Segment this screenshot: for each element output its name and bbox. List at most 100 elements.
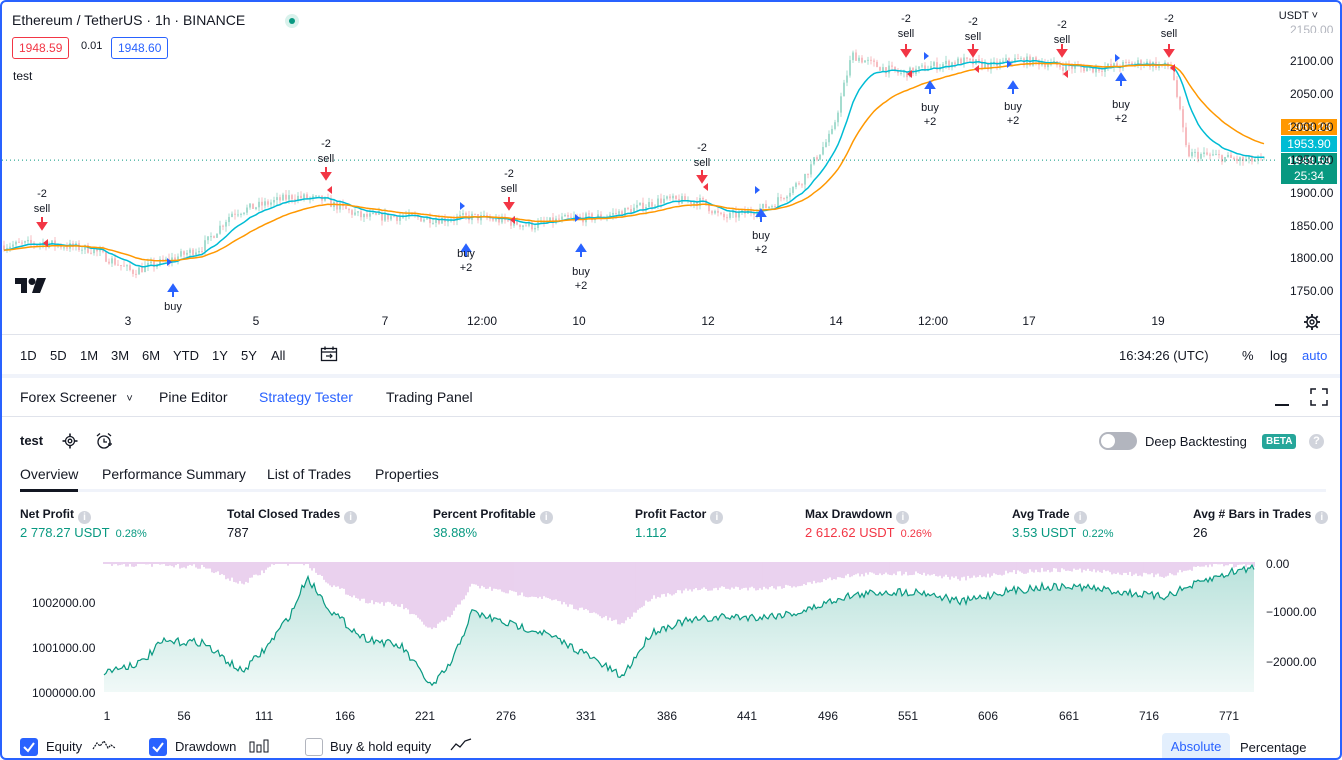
price-chart[interactable]: -2 sell buy -2 sell -2 sell buy +2 buy +2 -2 sell buy… (2, 2, 1278, 332)
divider (2, 334, 1340, 335)
sell-arrow-icon (320, 167, 332, 181)
signal-label: buy (921, 102, 939, 114)
subtab-properties[interactable]: Properties (375, 466, 439, 482)
signal-label: buy (752, 230, 770, 242)
deep-backtesting-toggle[interactable] (1099, 432, 1137, 450)
time-tick: 10 (572, 314, 586, 328)
signal-qty: +2 (1007, 115, 1020, 127)
info-icon[interactable]: i (1073, 511, 1087, 524)
subtab-overview[interactable]: Overview (20, 466, 78, 482)
percent-scale-toggle[interactable]: % (1242, 348, 1254, 363)
sell-signal[interactable]: -2 sell (898, 13, 915, 78)
goto-date-icon[interactable] (320, 346, 338, 362)
info-icon[interactable]: i (344, 511, 358, 524)
maximize-icon[interactable] (1310, 388, 1328, 406)
gear-icon[interactable] (1303, 313, 1321, 331)
metric-label: Max Drawdown i (805, 507, 910, 524)
utc-clock[interactable]: 16:34:26 (UTC) (1119, 348, 1209, 363)
time-tick: 5 (252, 314, 260, 328)
candles (3, 49, 1265, 279)
time-tick: 19 (1151, 314, 1165, 328)
price-tick: 2000.00 (1290, 120, 1334, 134)
slow-ma-line[interactable] (3, 62, 1265, 262)
metric-label: Net Profit i (20, 507, 91, 524)
sell-signal[interactable]: -2 sell (318, 138, 335, 194)
panel-splitter[interactable] (2, 374, 1340, 378)
buy-arrow-icon (575, 243, 587, 257)
currency-selector[interactable]: USDT ˅ (1279, 10, 1318, 22)
metric-label: Percent Profitable i (433, 507, 553, 524)
metric-value: 38.88% (433, 525, 478, 540)
sell-signal[interactable]: -2 sell (694, 142, 711, 191)
minimize-icon[interactable] (1275, 404, 1289, 406)
equity-checkbox[interactable] (20, 738, 38, 756)
chevron-down-icon: ˅ (126, 393, 133, 405)
sell-arrow-icon (967, 44, 979, 58)
percentage-toggle[interactable]: Percentage (1240, 740, 1307, 755)
info-icon[interactable]: i (78, 511, 91, 524)
strategy-name: test (20, 433, 44, 448)
time-tick: 12:00 (917, 314, 949, 328)
price-tick: 1950.00 (1290, 153, 1334, 167)
range-button-1d[interactable]: 1D (20, 348, 37, 363)
buy-signal[interactable]: buy +2 (572, 214, 590, 292)
sell-signal[interactable]: -2 sell (501, 168, 518, 224)
range-button-3m[interactable]: 3M (111, 348, 129, 363)
signal-qty: +2 (924, 116, 937, 128)
subtab-list-of-trades[interactable]: List of Trades (267, 466, 351, 482)
drawdown-checkbox[interactable] (149, 738, 167, 756)
sell-signal[interactable]: -2 sell (34, 188, 51, 247)
trade-number-tick: 276 (495, 709, 517, 723)
trade-number-tick: 166 (334, 709, 356, 723)
info-icon[interactable]: i (710, 511, 724, 524)
time-tick: 17 (1022, 314, 1036, 328)
trade-number-tick: 551 (897, 709, 919, 723)
range-button-all[interactable]: All (271, 348, 285, 363)
fast-ma-price-tag: 1953.90 (1281, 136, 1337, 152)
settings-icon[interactable] (62, 433, 78, 449)
sell-marker-icon (974, 65, 979, 73)
subtab-performance-summary[interactable]: Performance Summary (102, 466, 246, 482)
log-scale-toggle[interactable]: log (1270, 348, 1287, 363)
price-tick: 1900.00 (1290, 186, 1334, 200)
trade-number-tick: 716 (1138, 709, 1160, 723)
signal-qty: -2 (901, 13, 911, 25)
equity-chart[interactable] (2, 552, 1340, 732)
signal-qty: +2 (1115, 113, 1128, 125)
buy-signal[interactable]: buy +2 (1004, 60, 1022, 127)
range-button-5d[interactable]: 5D (50, 348, 67, 363)
tab-trading-panel[interactable]: Trading Panel (386, 389, 473, 405)
info-icon[interactable]: i (539, 511, 553, 524)
info-icon[interactable]: i (896, 511, 910, 524)
absolute-toggle[interactable]: Absolute (1162, 733, 1230, 758)
range-button-1y[interactable]: 1Y (212, 348, 228, 363)
trade-number-tick: 56 (177, 709, 191, 723)
range-button-6m[interactable]: 6M (142, 348, 160, 363)
tab-strategy-tester[interactable]: Strategy Tester (259, 389, 353, 405)
drawdown-tick: −1000.00 (1266, 605, 1317, 619)
range-button-1m[interactable]: 1M (80, 348, 98, 363)
metric-label: Total Closed Trades i (227, 507, 358, 524)
subtab-active-indicator (20, 489, 78, 492)
equity-label: Equity (46, 739, 83, 754)
fast-ma-line[interactable] (3, 59, 1265, 268)
signal-label: sell (501, 183, 518, 195)
signal-label: sell (898, 28, 915, 40)
info-icon[interactable]: i (1315, 511, 1329, 524)
range-button-5y[interactable]: 5Y (241, 348, 257, 363)
auto-scale-toggle[interactable]: auto (1302, 348, 1327, 363)
buy-signal[interactable]: buy +2 (752, 186, 770, 256)
beta-badge: BETA (1262, 434, 1297, 449)
divider (2, 416, 1340, 417)
price-tick: 2050.00 (1290, 87, 1334, 101)
alarm-clock-icon[interactable] (95, 432, 113, 450)
help-icon[interactable]: ? (1309, 434, 1324, 449)
tab-pine-editor[interactable]: Pine Editor (159, 389, 227, 405)
time-tick: 7 (381, 314, 389, 328)
metric-value: 26 (1193, 525, 1208, 540)
range-button-ytd[interactable]: YTD (173, 348, 199, 363)
trade-number-tick: 606 (977, 709, 999, 723)
buy-hold-checkbox[interactable] (305, 738, 323, 756)
buy-signal[interactable]: buy (164, 258, 182, 313)
tab-forex-screener[interactable]: Forex Screener ˅ (20, 389, 133, 405)
